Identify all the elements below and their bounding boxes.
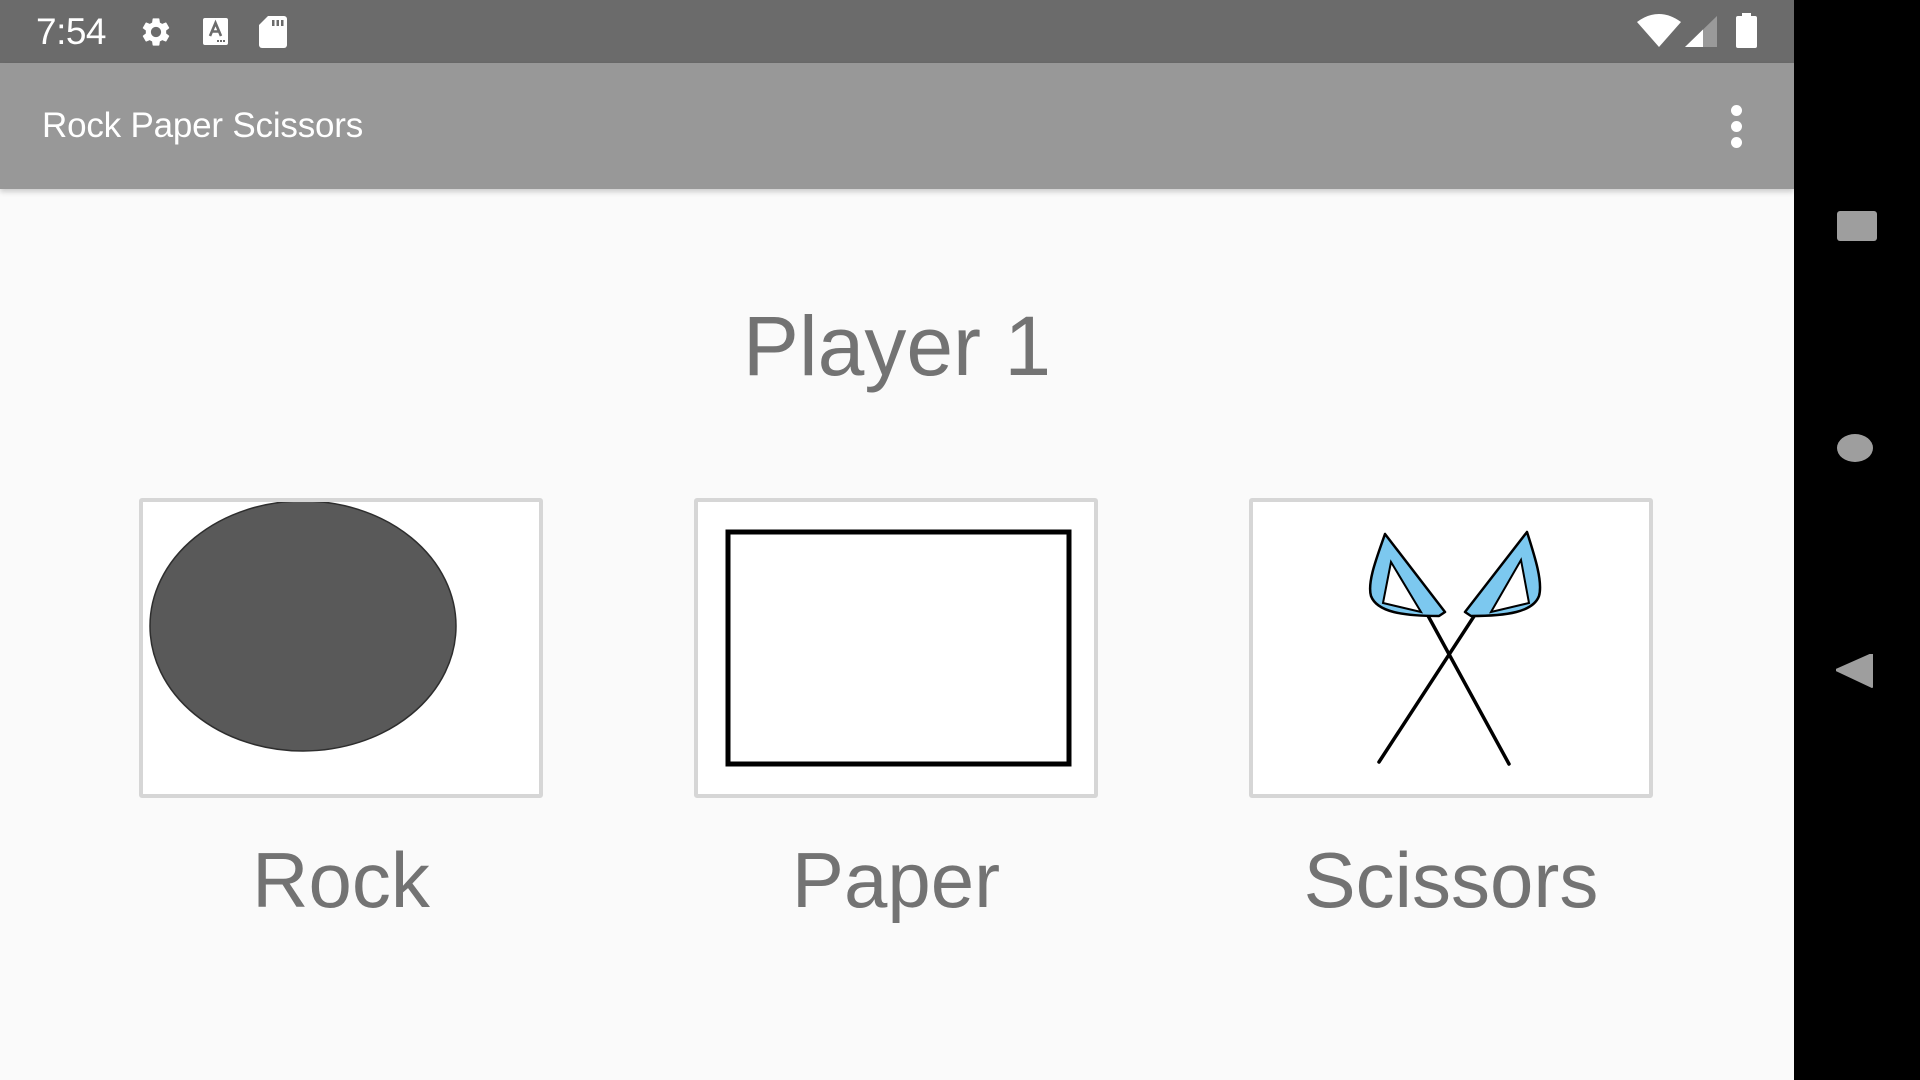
player-title: Player 1 [742, 299, 1052, 393]
text-a-icon [203, 18, 228, 45]
paper-label: Paper [791, 836, 1001, 924]
navigation-bar [1794, 0, 1920, 1080]
back-triangle-icon[interactable] [1836, 654, 1874, 688]
sd-card-icon [259, 16, 287, 48]
rock-label: Rock [252, 836, 430, 924]
paper-choice-button[interactable] [694, 498, 1098, 798]
battery-icon [1736, 13, 1757, 48]
scissors-label: Scissors [1303, 836, 1599, 924]
wifi-icon [1637, 14, 1681, 47]
gear-icon [142, 18, 170, 46]
scissors-icon [1368, 530, 1542, 766]
signal-icon [1685, 16, 1717, 47]
app-bar: Rock Paper Scissors [0, 63, 1794, 189]
recents-square-icon[interactable] [1837, 211, 1877, 241]
rock-icon [149, 502, 457, 752]
paper-icon [725, 529, 1072, 767]
app-title: Rock Paper Scissors [42, 106, 364, 145]
rock-choice-button[interactable] [139, 498, 543, 798]
status-time: 7:54 [36, 11, 107, 52]
status-bar: 7:54 [0, 0, 1794, 63]
app-screen: 7:54 Rock Paper Scissors Player 1 Rock P… [0, 0, 1794, 1080]
overflow-menu-button[interactable] [1715, 103, 1759, 151]
scissors-choice-button[interactable] [1249, 498, 1653, 798]
home-circle-icon[interactable] [1837, 434, 1873, 462]
